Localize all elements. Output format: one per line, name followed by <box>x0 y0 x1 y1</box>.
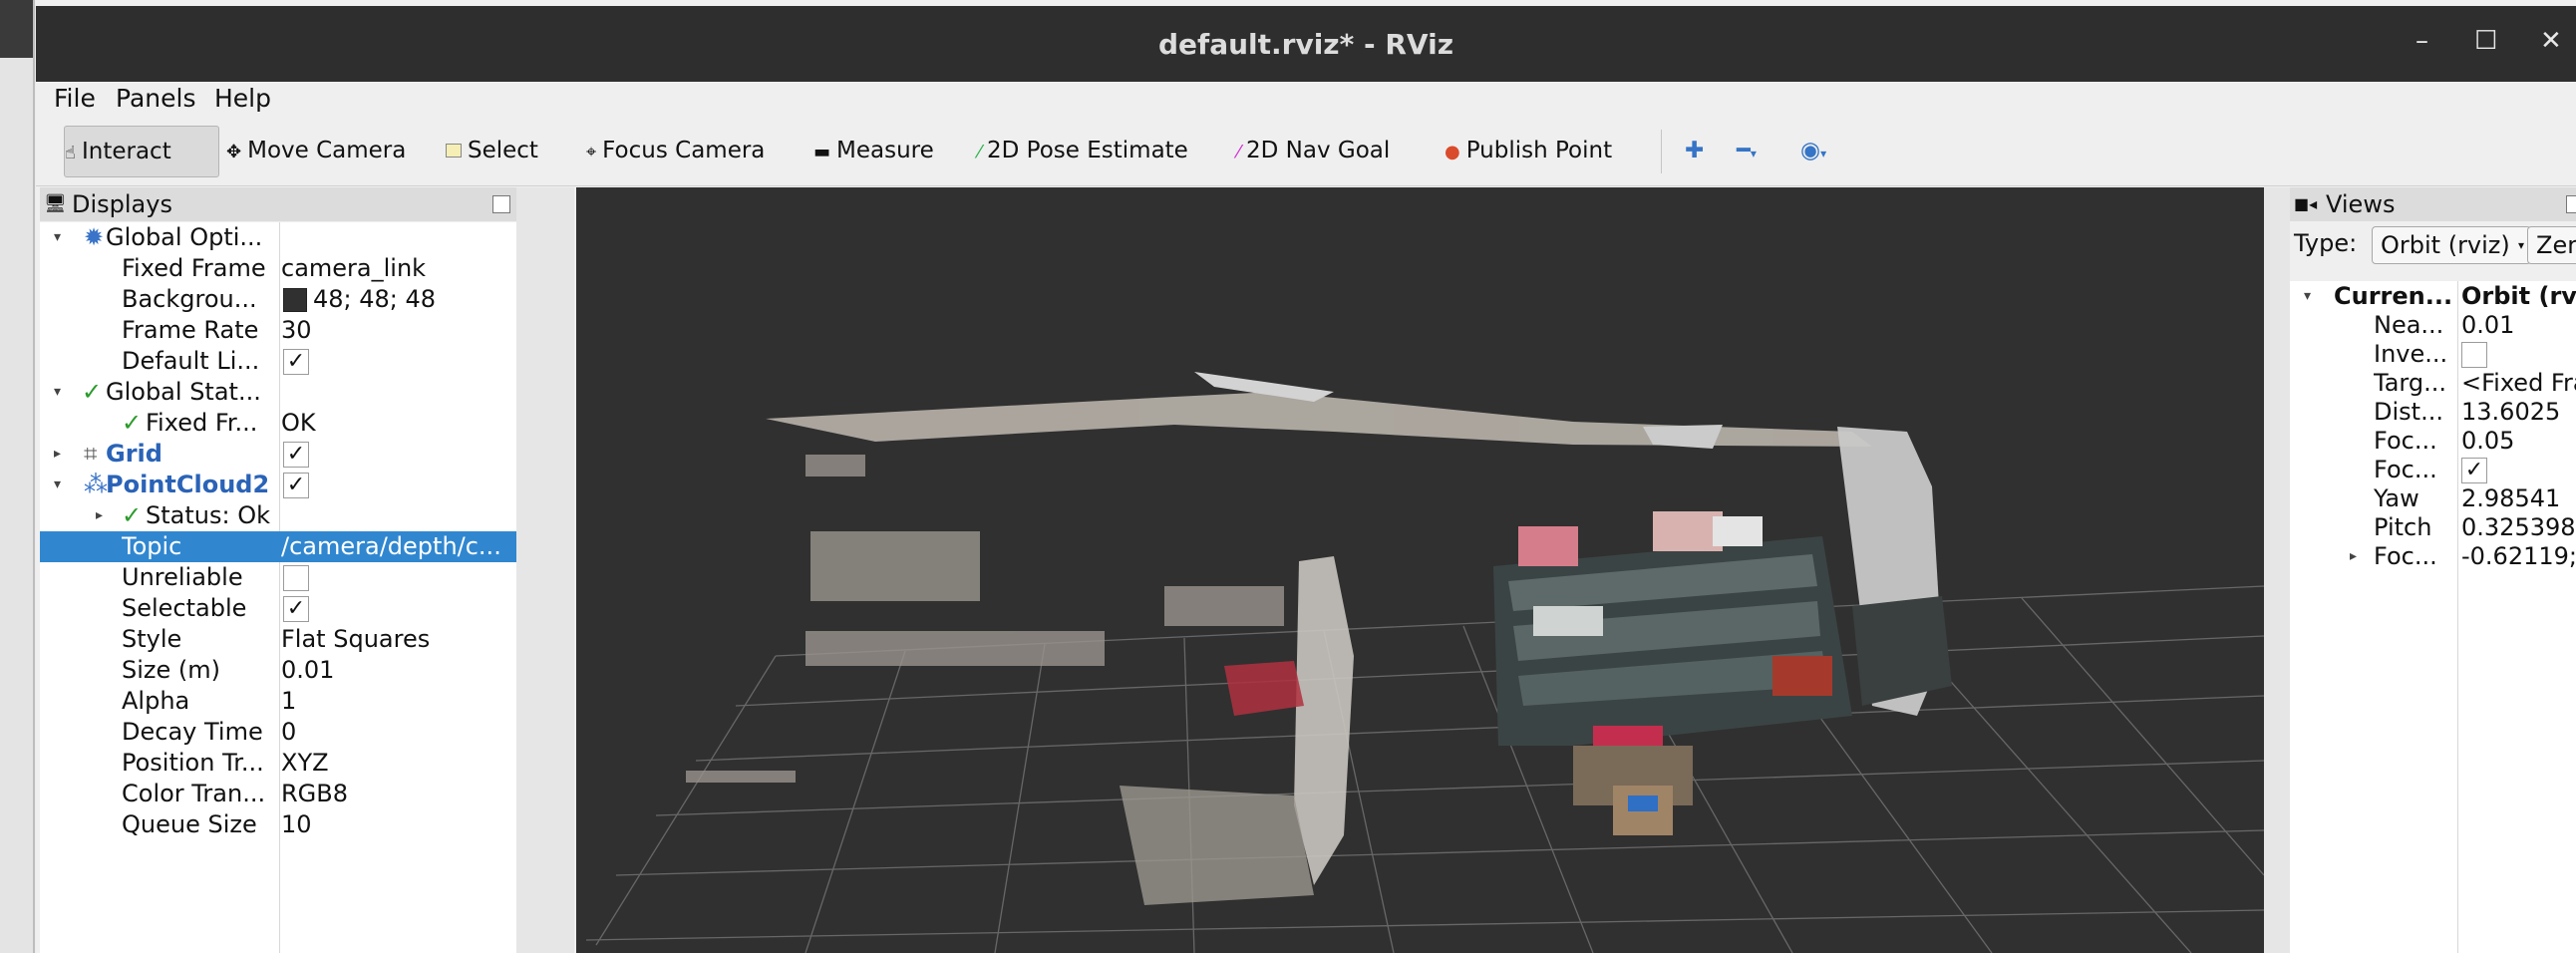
tool-measure[interactable]: ▬ Measure <box>813 126 934 175</box>
menu-panels[interactable]: Panels <box>116 84 195 113</box>
tool-move-camera[interactable]: ✥ Move Camera <box>226 126 406 175</box>
tree-row-background-color[interactable]: Backgrou... 48; 48; 48 <box>40 284 516 315</box>
desktop-side-strip <box>0 0 35 953</box>
checkmark-icon: ✓ <box>122 409 143 437</box>
window-title: default.rviz* - RViz <box>1157 28 1453 61</box>
3d-viewport[interactable] <box>576 187 2264 953</box>
gear-icon: ✹ <box>84 223 105 251</box>
tree-row-global-status[interactable]: ▾ ✓ Global Stat... <box>40 377 516 408</box>
monitor-icon: 🖥 <box>44 193 67 214</box>
remove-icon: ━ <box>1737 138 1751 163</box>
pointcloud-render <box>585 372 2264 953</box>
tool-select[interactable]: Select <box>446 126 538 175</box>
views-panel-header: ■◂ Views <box>2290 187 2576 221</box>
checkmark-icon: ✓ <box>122 501 143 529</box>
tree-row-unreliable[interactable]: Unreliable <box>40 562 516 593</box>
views-row-focal-shape-fixed[interactable]: Foc... ✓ <box>2290 455 2576 485</box>
pointcloud-icon: ⁂ <box>84 471 108 498</box>
color-swatch <box>283 288 307 312</box>
default-light-checkbox[interactable]: ✓ <box>283 349 309 375</box>
views-row-yaw[interactable]: Yaw 2.98541 <box>2290 483 2576 514</box>
minimize-icon[interactable]: – <box>2415 26 2428 56</box>
views-row-target-frame[interactable]: Targ... <Fixed Fra... <box>2290 368 2576 399</box>
title-bar: default.rviz* - RViz – ☐ ✕ <box>36 6 2576 82</box>
close-icon[interactable]: ✕ <box>2540 26 2562 56</box>
view-type-select[interactable]: Orbit (rviz) ▾ <box>2372 226 2531 264</box>
measure-icon: ▬ <box>813 142 831 162</box>
tool-focus-camera[interactable]: ⌖ Focus Camera <box>586 126 765 175</box>
pointcloud-enable-checkbox[interactable]: ✓ <box>283 473 309 498</box>
publish-point-icon: ● <box>1445 142 1460 162</box>
tree-row-pointcloud2[interactable]: ▾ ⁂ PointCloud2 ✓ <box>40 470 516 500</box>
tree-row-selectable[interactable]: Selectable ✓ <box>40 593 516 624</box>
tree-row-size[interactable]: Size (m) 0.01 <box>40 655 516 686</box>
menu-file[interactable]: File <box>54 84 96 113</box>
tree-row-topic[interactable]: Topic /camera/depth/c... <box>40 531 516 562</box>
unreliable-checkbox[interactable] <box>283 565 309 591</box>
tool-publish-point[interactable]: ● Publish Point <box>1445 126 1612 175</box>
displays-title: Displays <box>72 190 172 218</box>
tree-row-decay-time[interactable]: Decay Time 0 <box>40 717 516 748</box>
views-splitter[interactable] <box>2264 187 2290 953</box>
views-row-invert-z[interactable]: Inve... <box>2290 339 2576 370</box>
camera-view-button[interactable]: ◉▾ <box>1800 126 1826 175</box>
menu-bar: File Panels Help <box>36 82 2576 116</box>
tree-row-frame-rate[interactable]: Frame Rate 30 <box>40 315 516 346</box>
nav-goal-icon: ⁄ <box>1237 142 1241 162</box>
tree-row-style[interactable]: Style Flat Squares <box>40 624 516 655</box>
views-row-focal-shape-size[interactable]: Foc... 0.05 <box>2290 426 2576 457</box>
selectable-checkbox[interactable]: ✓ <box>283 596 309 622</box>
views-tree: ▾ Curren... Orbit (rviz) Nea... 0.01 Inv… <box>2290 281 2576 953</box>
add-tool-button[interactable]: ✚ <box>1685 126 1704 175</box>
remove-tool-button[interactable]: ━▾ <box>1737 126 1757 175</box>
tree-row-color-transformer[interactable]: Color Tran... RGB8 <box>40 779 516 809</box>
chevron-down-icon: ▾ <box>2517 238 2524 252</box>
select-icon <box>446 144 462 158</box>
tree-row-grid[interactable]: ▸ ⌗ Grid ✓ <box>40 439 516 470</box>
tree-row-queue-size[interactable]: Queue Size 10 <box>40 809 516 840</box>
maximize-icon[interactable]: ☐ <box>2474 26 2497 56</box>
add-icon: ✚ <box>1685 138 1705 163</box>
displays-tree: ▾ ✹ Global Opti... Fixed Frame camera_li… <box>40 222 516 953</box>
grid-icon: ⌗ <box>84 440 98 468</box>
rviz-window: default.rviz* - RViz – ☐ ✕ File Panels H… <box>36 0 2576 953</box>
tool-interact[interactable]: ☝ Interact <box>64 126 219 177</box>
toolbar-separator <box>1661 130 1662 173</box>
invert-z-checkbox[interactable] <box>2461 342 2487 368</box>
views-row-focal-point[interactable]: ▸ Foc... -0.62119; ... <box>2290 541 2576 572</box>
grid-enable-checkbox[interactable]: ✓ <box>283 442 309 468</box>
tree-row-position-transformer[interactable]: Position Tr... XYZ <box>40 748 516 779</box>
views-row-current[interactable]: ▾ Curren... Orbit (rviz) <box>2290 281 2576 312</box>
tool-2d-pose-estimate[interactable]: ⁄ 2D Pose Estimate <box>978 126 1188 175</box>
views-row-distance[interactable]: Dist... 13.6025 <box>2290 397 2576 428</box>
displays-panel-header: 🖥 Displays <box>40 187 516 221</box>
panel-splitter[interactable] <box>516 187 574 953</box>
views-row-pitch[interactable]: Pitch 0.325398 <box>2290 512 2576 543</box>
views-type-label: Type: <box>2294 229 2358 257</box>
tree-row-fixed-frame-status[interactable]: ✓ Fixed Fr... OK <box>40 408 516 439</box>
tree-row-global-options[interactable]: ▾ ✹ Global Opti... <box>40 222 516 253</box>
tree-row-status-ok[interactable]: ▸ ✓ Status: Ok <box>40 500 516 531</box>
focal-shape-fixed-checkbox[interactable]: ✓ <box>2461 458 2487 483</box>
pose-estimate-icon: ⁄ <box>978 142 982 162</box>
views-row-near-clip[interactable]: Nea... 0.01 <box>2290 310 2576 341</box>
move-camera-icon: ✥ <box>226 142 242 162</box>
tree-row-fixed-frame[interactable]: Fixed Frame camera_link <box>40 253 516 284</box>
zero-button[interactable]: Zero <box>2527 226 2576 264</box>
views-float-button[interactable] <box>2566 195 2576 213</box>
panel-float-button[interactable] <box>492 195 510 213</box>
tree-row-alpha[interactable]: Alpha 1 <box>40 686 516 717</box>
camera-icon: ■◂ <box>2294 194 2318 213</box>
camera-view-icon: ◉ <box>1800 138 1821 163</box>
focus-camera-icon: ⌖ <box>586 142 597 162</box>
hand-icon: ☝ <box>65 143 76 163</box>
checkmark-icon: ✓ <box>82 378 103 406</box>
menu-help[interactable]: Help <box>214 84 271 113</box>
tool-2d-nav-goal[interactable]: ⁄ 2D Nav Goal <box>1237 126 1390 175</box>
tree-row-default-light[interactable]: Default Li... ✓ <box>40 346 516 377</box>
views-title: Views <box>2326 190 2396 218</box>
tool-toolbar: ☝ Interact ✥ Move Camera Select ⌖ Focus Cam… <box>36 118 2576 186</box>
